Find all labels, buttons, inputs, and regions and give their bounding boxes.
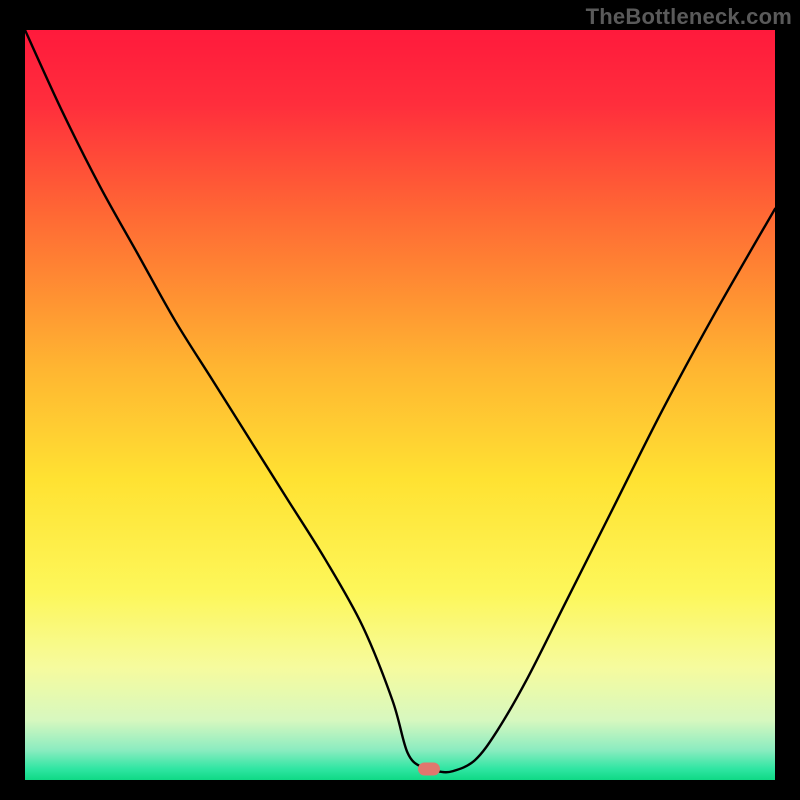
bottleneck-marker xyxy=(418,763,440,776)
attribution-text: TheBottleneck.com xyxy=(586,4,792,30)
bottleneck-curve xyxy=(25,30,775,775)
plot-frame xyxy=(25,30,775,775)
chart-root: TheBottleneck.com xyxy=(0,0,800,800)
